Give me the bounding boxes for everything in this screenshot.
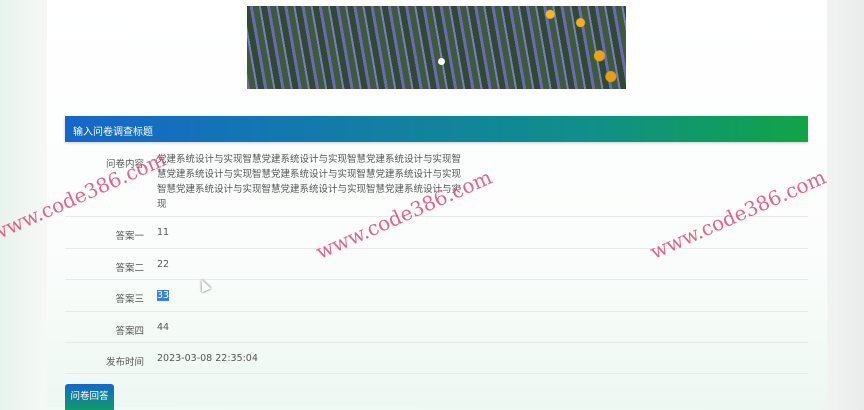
field-value: 44 xyxy=(157,322,170,333)
field-value: 11 xyxy=(157,227,170,238)
field-row-answer2: 答案二 22 xyxy=(65,249,808,280)
carousel-dot[interactable] xyxy=(438,58,445,65)
survey-title: 输入问卷调查标题 xyxy=(73,127,153,138)
answer-survey-button[interactable]: 问卷回答 xyxy=(65,384,114,410)
field-row-answer4: 答案四 44 xyxy=(65,312,808,343)
field-row-publish-time: 发布时间 2023-03-08 22:35:04 xyxy=(65,343,808,374)
field-label: 答案三 xyxy=(115,294,144,305)
survey-title-bar: 输入问卷调查标题 xyxy=(65,116,808,142)
field-value: 33 xyxy=(157,288,170,303)
field-value: 22 xyxy=(157,259,170,270)
banner-image xyxy=(247,6,626,89)
field-label: 答案一 xyxy=(115,231,144,242)
field-row-content: 问卷内容 党建系统设计与实现智慧党建系统设计与实现智慧党建系统设计与实现智慧党建… xyxy=(65,152,808,217)
field-label: 答案四 xyxy=(115,326,144,337)
field-row-answer3: 答案三 33 xyxy=(65,280,808,312)
field-label: 问卷内容 xyxy=(105,159,144,170)
field-label: 答案二 xyxy=(115,263,144,274)
field-value: 党建系统设计与实现智慧党建系统设计与实现智慧党建系统设计与实现智慧党建系统设计与… xyxy=(157,154,462,210)
field-row-answer1: 答案一 11 xyxy=(65,217,808,249)
field-label: 发布时间 xyxy=(105,357,144,368)
selected-text: 33 xyxy=(157,290,170,301)
field-value: 2023-03-08 22:35:04 xyxy=(157,353,258,364)
